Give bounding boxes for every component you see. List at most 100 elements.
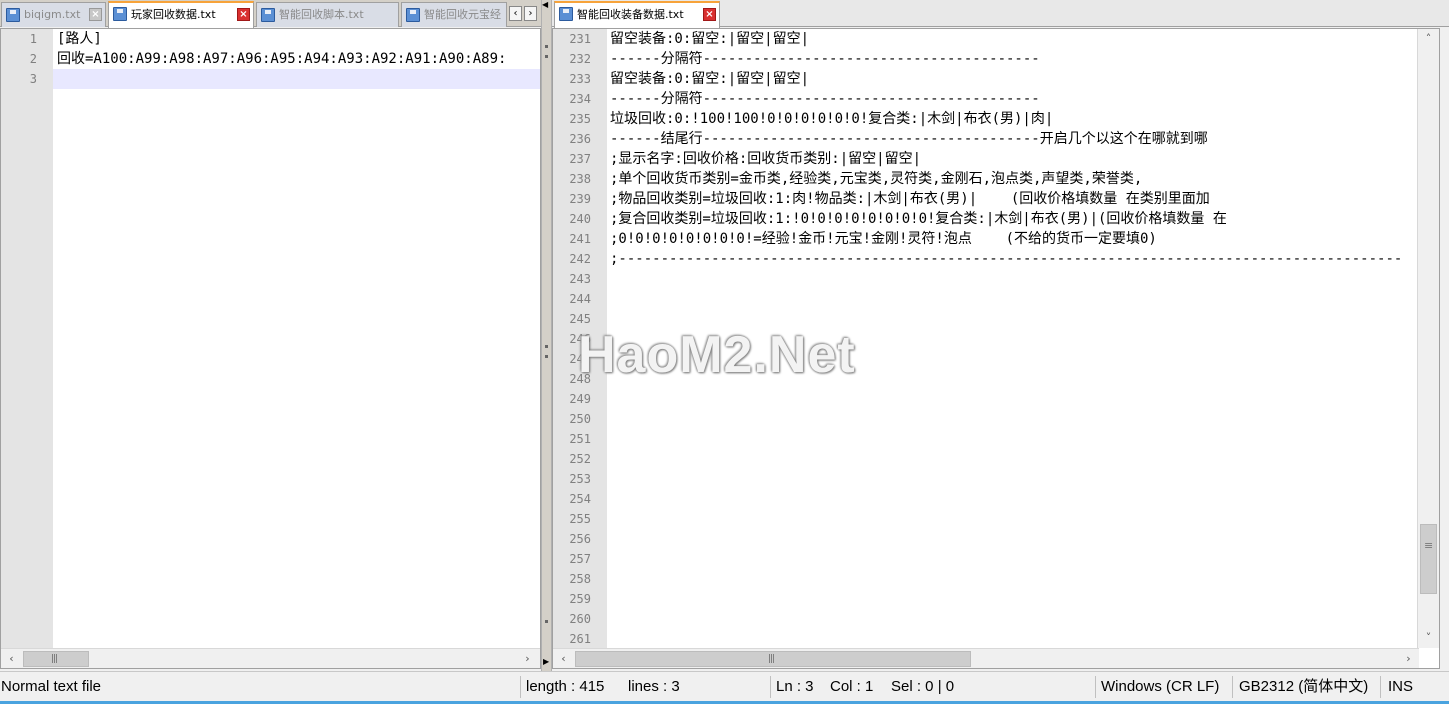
grip-dot [545,45,548,48]
editor-line[interactable]: 252 [553,449,1417,469]
editor-line[interactable]: 258 [553,569,1417,589]
line-number: 234 [569,92,591,106]
scroll-down-button[interactable]: ˅ [1418,628,1439,648]
line-number: 231 [569,32,591,46]
horizontal-scroll-thumb[interactable] [23,651,89,667]
line-number: 255 [569,512,591,526]
line-number: 242 [569,252,591,266]
tab-smart-recycle-yuanbao[interactable]: 智能回收元宝经 [401,2,507,27]
editor-line[interactable]: 236 ------结尾行----------------------------… [553,129,1417,149]
line-number: 256 [569,532,591,546]
status-bar: Normal text file length : 415 lines : 3 … [0,671,1449,704]
grip-dot [545,355,548,358]
horizontal-scrollbar[interactable]: ‹ › [553,648,1419,668]
right-tab-bar: 智能回收装备数据.txt × [552,0,1449,28]
line-text: [路人] [57,31,102,47]
vertical-scrollbar[interactable]: ˄ ˅ [1417,29,1439,648]
line-number: 249 [569,392,591,406]
editor-line[interactable]: 2 回收=A100:A99:A98:A97:A96:A95:A94:A93:A9… [1,49,540,69]
editor-line[interactable]: 234 ------分隔符----------------------------… [553,89,1417,109]
editor-line[interactable]: 244 [553,289,1417,309]
editor-line[interactable]: 235 垃圾回收:0:!100!100!0!0!0!0!0!0!复合类:|木剑|布… [553,109,1417,129]
line-number: 257 [569,552,591,566]
line-number: 250 [569,412,591,426]
line-text: 垃圾回收:0:!100!100!0!0!0!0!0!0!复合类:|木剑|布衣(男… [610,111,1054,127]
tab-scroll-right-button[interactable]: › [524,6,537,21]
line-number: 235 [569,112,591,126]
editor-line[interactable]: 240 ;复合回收类别=垃圾回收:1:!0!0!0!0!0!0!0!0!复合类:|… [553,209,1417,229]
line-text: ;显示名字:回收价格:回收货币类别:|留空|留空| [610,151,921,167]
tab-label: 智能回收装备数据.txt [577,8,684,21]
horizontal-scrollbar[interactable]: ‹ › [1,648,540,668]
editor-line[interactable]: 259 [553,589,1417,609]
scroll-right-button[interactable]: › [1398,649,1419,668]
notepad-plus-plus-window: biqigm.txt × 玩家回收数据.txt × 智能回收脚本.txt 智能回… [0,0,1449,704]
tab-smart-recycle-equipment-data[interactable]: 智能回收装备数据.txt × [554,1,720,28]
tab-label: 玩家回收数据.txt [131,8,216,21]
scroll-up-button[interactable]: ˄ [1418,29,1439,49]
editor-line[interactable]: 238 ;单个回收货币类别=金币类,经验类,元宝类,灵符类,金刚石,泡点类,声望类… [553,169,1417,189]
view-splitter[interactable]: ◀ ▶ [541,0,552,671]
editor-line[interactable]: 253 [553,469,1417,489]
line-text: ;---------------------------------------… [610,251,1403,267]
editor-line[interactable]: 1 [路人] [1,29,540,49]
editor-line[interactable]: 260 [553,609,1417,629]
status-encoding[interactable]: GB2312 (简体中文) [1239,672,1368,704]
line-number: 258 [569,572,591,586]
editor-line[interactable]: 257 [553,549,1417,569]
line-number: 232 [569,52,591,66]
editor-line[interactable]: 232 ------分隔符----------------------------… [553,49,1417,69]
editor-line[interactable]: 231 留空装备:0:留空:|留空|留空| [553,29,1417,49]
editor-line-current[interactable]: 3 [1,69,540,89]
line-number: 241 [569,232,591,246]
grip-dot [545,345,548,348]
editor-line[interactable]: 239 ;物品回收类别=垃圾回收:1:肉!物品类:|木剑|布衣(男)| (回收价格… [553,189,1417,209]
scroll-left-button[interactable]: ‹ [553,649,574,668]
watermark: HaoM2.Net [578,326,856,384]
scroll-left-button[interactable]: ‹ [1,649,22,668]
line-number: 240 [569,212,591,226]
line-number: 251 [569,432,591,446]
tab-scroll-left-button[interactable]: ‹ [509,6,522,21]
vertical-scroll-thumb[interactable] [1420,524,1437,594]
scroll-right-button[interactable]: › [517,649,538,668]
editor-line[interactable]: 250 [553,409,1417,429]
line-number: 238 [569,172,591,186]
status-lines: lines : 3 [628,678,680,695]
line-number: 2 [29,52,37,66]
editor-line[interactable]: 255 [553,509,1417,529]
file-saved-icon [113,7,127,21]
line-number: 254 [569,492,591,506]
line-text: 回收=A100:A99:A98:A97:A96:A95:A94:A93:A92:… [57,51,507,67]
editor-line[interactable]: 251 [553,429,1417,449]
status-divider [520,676,521,698]
editor-line[interactable]: 233 留空装备:0:留空:|留空|留空| [553,69,1417,89]
editor-line[interactable]: 243 [553,269,1417,289]
line-number-gutter [1,29,53,668]
line-number: 260 [569,612,591,626]
editor-line[interactable]: 242 ;------------------------------------… [553,249,1417,269]
line-number: 236 [569,132,591,146]
editor-line[interactable]: 256 [553,529,1417,549]
horizontal-scroll-thumb[interactable] [575,651,971,667]
status-eol-format[interactable]: Windows (CR LF) [1101,672,1219,704]
line-text: ------结尾行-------------------------------… [610,131,1208,147]
line-number: 239 [569,192,591,206]
editor-line[interactable]: 237 ;显示名字:回收价格:回收货币类别:|留空|留空| [553,149,1417,169]
line-number: 244 [569,292,591,306]
tab-label: 智能回收元宝经 [424,8,501,21]
status-insert-mode[interactable]: INS [1388,672,1413,704]
editor-line[interactable]: 249 [553,389,1417,409]
editor-line[interactable]: 261 [553,629,1417,649]
close-icon[interactable]: × [89,8,102,21]
close-icon[interactable]: × [237,8,250,21]
left-tab-bar: biqigm.txt × 玩家回收数据.txt × 智能回收脚本.txt 智能回… [0,0,541,28]
tab-smart-recycle-script[interactable]: 智能回收脚本.txt [256,2,399,27]
editor-line[interactable]: 241 ;0!0!0!0!0!0!0!0!=经验!金币!元宝!金刚!灵符!泡点 (… [553,229,1417,249]
line-number: 243 [569,272,591,286]
editor-line[interactable]: 254 [553,489,1417,509]
tab-biqigm[interactable]: biqigm.txt × [1,2,106,27]
left-editor-pane[interactable]: 1 [路人] 2 回收=A100:A99:A98:A97:A96:A95:A94… [0,28,541,669]
close-icon[interactable]: × [703,8,716,21]
tab-player-recycle-data[interactable]: 玩家回收数据.txt × [108,1,254,28]
